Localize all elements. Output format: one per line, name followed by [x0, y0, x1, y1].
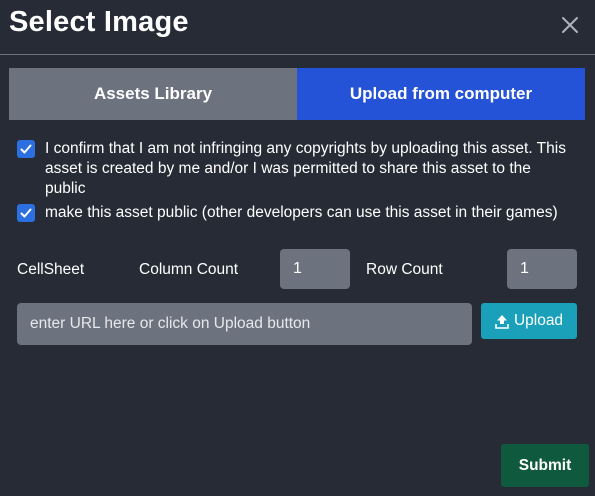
row-count-input[interactable]	[507, 249, 577, 289]
row-count-label: Row Count	[366, 261, 443, 278]
column-count-label: Column Count	[139, 261, 239, 278]
copyright-confirm-row: I confirm that I am not infringing any c…	[17, 139, 575, 199]
make-public-row: make this asset public (other developers…	[17, 203, 575, 223]
upload-icon	[495, 314, 509, 329]
upload-button[interactable]: Upload	[481, 303, 577, 339]
copyright-confirm-checkbox[interactable]	[17, 140, 35, 158]
tab-upload-from-computer-label: Upload from computer	[349, 84, 533, 103]
dialog-title: Select Image	[9, 6, 189, 38]
tab-assets-library-label: Assets Library	[93, 84, 213, 103]
make-public-checkbox[interactable]	[17, 204, 35, 222]
select-image-dialog: Select Image Assets Library Upload from …	[0, 0, 595, 496]
url-input[interactable]	[17, 303, 472, 345]
column-count-input[interactable]	[280, 249, 350, 289]
cellsheet-label: CellSheet	[17, 261, 85, 278]
make-public-label: make this asset public (other developers…	[45, 204, 558, 221]
close-icon[interactable]	[558, 13, 582, 37]
checkmark-icon	[20, 208, 32, 218]
submit-button[interactable]: Submit	[501, 444, 589, 487]
tab-bar: Assets Library Upload from computer	[9, 68, 585, 120]
checkmark-icon	[20, 144, 32, 154]
header-divider	[0, 54, 595, 55]
upload-button-label: Upload	[513, 312, 564, 329]
copyright-confirm-label: I confirm that I am not infringing any c…	[45, 140, 566, 197]
tab-assets-library[interactable]: Assets Library	[9, 68, 297, 120]
tab-upload-from-computer[interactable]: Upload from computer	[297, 68, 585, 120]
